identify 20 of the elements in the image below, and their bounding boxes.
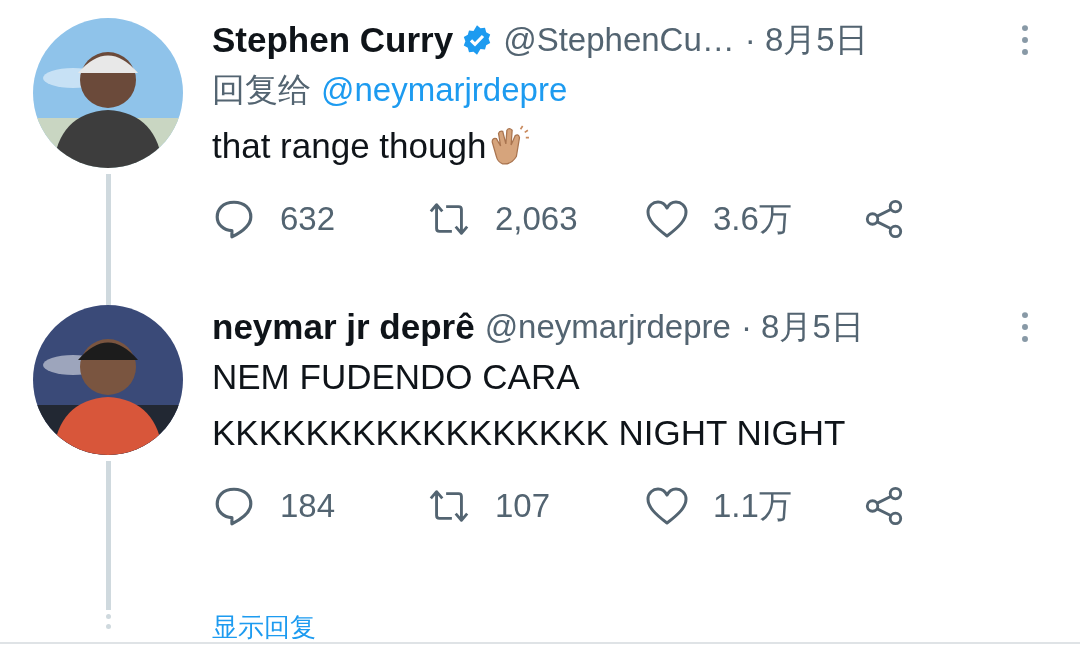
like-count: 3.6万 [713, 198, 792, 239]
tweet-text: that range though [212, 126, 487, 166]
reply-to-label: 回复给 [212, 69, 311, 110]
author-name[interactable]: Stephen Curry [212, 20, 454, 60]
tweet-date: · 8月5日 [740, 306, 864, 347]
heart-icon[interactable] [645, 485, 689, 527]
retweet-count: 2,063 [495, 200, 578, 238]
user-handle[interactable]: @neymarjrdepre [484, 308, 731, 346]
reply-count: 184 [280, 487, 336, 525]
heart-icon[interactable] [645, 198, 689, 240]
tweet-text: KKKKKKKKKKKKKKKKK NIGHT NIGHT [212, 413, 846, 453]
tweet-date: · 8月5日 [744, 19, 868, 60]
more-options-icon[interactable] [1020, 23, 1030, 57]
reply-count: 632 [280, 200, 336, 238]
author-name[interactable]: neymar jr deprê [212, 307, 475, 347]
like-count: 1.1万 [713, 485, 792, 526]
tweet-text: NEM FUDENDO CARA [212, 357, 580, 397]
user-handle[interactable]: @StephenCu… [503, 21, 735, 59]
retweet-count: 107 [495, 487, 551, 525]
more-options-icon[interactable] [1020, 310, 1030, 344]
